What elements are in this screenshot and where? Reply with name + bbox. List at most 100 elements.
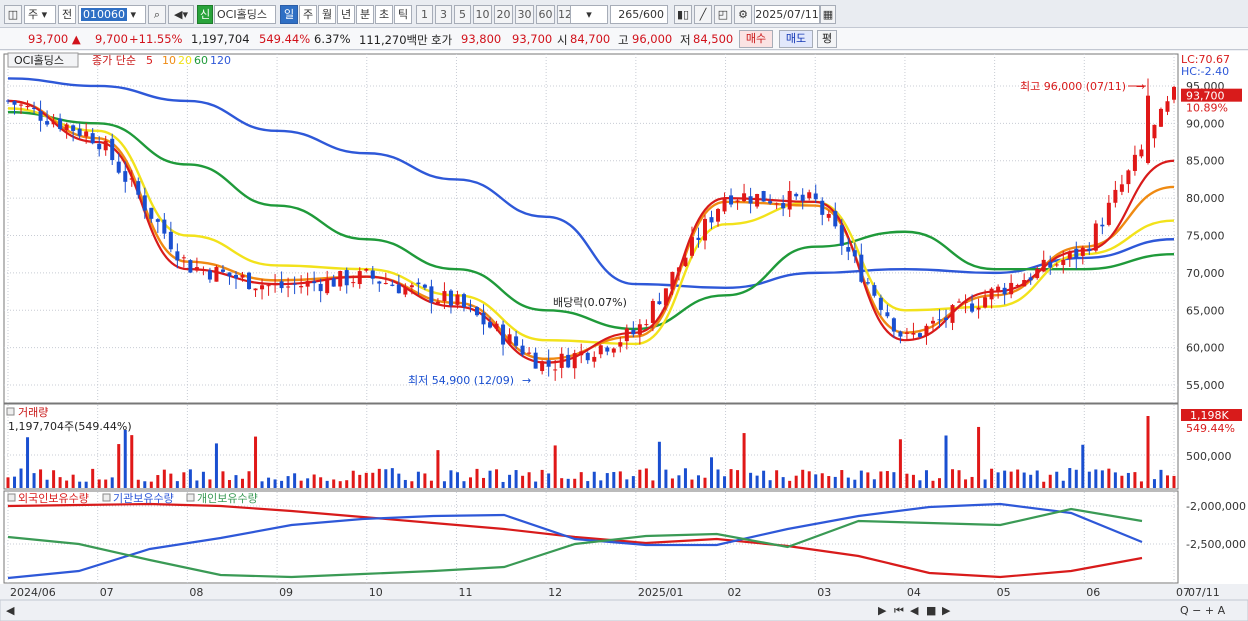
period-tab[interactable]: 초 (375, 5, 393, 24)
volume-bar (273, 479, 277, 488)
volume-bar (781, 477, 785, 488)
volume-bar (573, 478, 577, 488)
candle-body (735, 200, 740, 202)
period-tab[interactable]: 월 (318, 5, 336, 24)
period-tab[interactable]: 주 (299, 5, 317, 24)
line-tool-icon[interactable]: ╱ (694, 5, 712, 24)
volume-bar (625, 479, 629, 488)
volume-bar (442, 481, 446, 488)
candle-body (1165, 101, 1170, 112)
minute-tab[interactable]: 30 (515, 5, 534, 24)
volume-bar (657, 441, 661, 488)
layout-icon[interactable]: ◫ (4, 5, 22, 24)
period-select[interactable]: 주 ▾ (24, 5, 56, 24)
date-axis-label: 08 (189, 586, 203, 599)
data-count-field[interactable]: 265/600 (610, 5, 668, 24)
volume-bar (175, 481, 179, 488)
eval-button[interactable]: 평 (817, 30, 837, 48)
candle-body (1067, 251, 1072, 259)
candle-icon[interactable]: ▮▯ (674, 5, 692, 24)
price-chart-svg[interactable]: 95,00090,00085,00080,00075,00070,00065,0… (0, 51, 1248, 621)
volume-bar (91, 468, 95, 488)
calendar-icon[interactable]: ▦ (820, 5, 836, 24)
vol-last-label: 1,198K (1190, 409, 1229, 422)
volume-bar (651, 480, 655, 488)
date-field[interactable]: 2025/07/11 (754, 5, 820, 24)
volume-bar (319, 477, 323, 488)
candle-body (1048, 262, 1053, 268)
stock-code-input[interactable]: 010060 ▾ (78, 5, 146, 24)
volume-bar (618, 471, 622, 488)
buy-button[interactable]: 매수 (739, 30, 773, 48)
volume-bar (247, 471, 251, 488)
search-icon[interactable]: ⌕ (148, 5, 166, 24)
volume-bar (488, 470, 492, 488)
period-tab[interactable]: 일 (280, 5, 298, 24)
candle-body (970, 303, 975, 312)
overlap-icon[interactable]: ◰ (714, 5, 732, 24)
volume-bar (254, 436, 258, 488)
candle-body (774, 203, 779, 205)
period-tab[interactable]: 틱 (394, 5, 412, 24)
bid-ask-label: 호가 (431, 33, 453, 47)
price-axis-label: 85,000 (1186, 155, 1225, 168)
candle-body (911, 332, 916, 335)
minute-tab[interactable]: 60 (536, 5, 555, 24)
price-axis-label: 75,000 (1186, 230, 1225, 243)
volume-bar (495, 469, 499, 488)
minute-tab[interactable]: 3 (435, 5, 452, 24)
chart-area[interactable]: 95,000 90,000 85,000 80,000 75,000 70,000 65,0… (0, 51, 1248, 621)
candle-body (709, 217, 714, 223)
volume-bar (397, 473, 401, 488)
period-tab[interactable]: 년 (337, 5, 355, 24)
date-axis-label: 10 (369, 586, 383, 599)
gear-icon[interactable]: ⚙ (734, 5, 752, 24)
minute-tab[interactable]: 10 (473, 5, 492, 24)
high-price: 96,000 (632, 32, 673, 46)
candle-body (149, 207, 154, 219)
candle-body (32, 108, 37, 110)
volume-bar (833, 476, 837, 488)
candle-body (292, 283, 297, 285)
volume-bar (377, 468, 381, 488)
candle-body (670, 271, 675, 290)
volume-bar (267, 477, 271, 488)
current-price: 93,700 ▲ (28, 32, 81, 46)
minute-tab[interactable]: 5 (454, 5, 471, 24)
volume-bar (631, 476, 635, 488)
sell-button[interactable]: 매도 (779, 30, 813, 48)
volume-bar (703, 477, 707, 488)
volume-bar (110, 477, 114, 488)
candle-body (201, 269, 206, 271)
candle-body (220, 269, 225, 272)
candle-body (1172, 86, 1176, 100)
credit-badge: 신 (197, 5, 213, 24)
volume-bar (918, 480, 922, 488)
candle-body (826, 213, 831, 218)
volume-bar (775, 470, 779, 488)
volume-bar (664, 469, 668, 488)
interval-select[interactable]: ▾ (570, 5, 608, 24)
trade-amount: 111,270백만 (359, 33, 428, 47)
price-axis-label: 70,000 (1186, 267, 1225, 280)
candle-body (957, 301, 962, 303)
minute-tab[interactable]: 20 (494, 5, 513, 24)
open-price: 84,700 (570, 32, 611, 46)
candle-body (188, 260, 193, 273)
volume-bar (482, 477, 486, 488)
candle-body (683, 257, 688, 267)
holders-axis-label: -2,000,000 (1186, 500, 1246, 513)
candle-body (748, 196, 753, 204)
mode-toggle[interactable]: 전 (58, 5, 76, 24)
ask-price: 93,800 (461, 32, 502, 46)
candle-body (585, 352, 590, 361)
speaker-icon[interactable]: ◀▾ (168, 5, 194, 24)
candle-body (455, 294, 460, 305)
volume-bar (1159, 469, 1163, 488)
period-tab[interactable]: 분 (356, 5, 374, 24)
candle-body (631, 329, 636, 335)
volume-bar (599, 480, 603, 488)
volume-bar (1048, 474, 1052, 488)
volume-bar (436, 450, 440, 488)
minute-tab[interactable]: 1 (416, 5, 433, 24)
